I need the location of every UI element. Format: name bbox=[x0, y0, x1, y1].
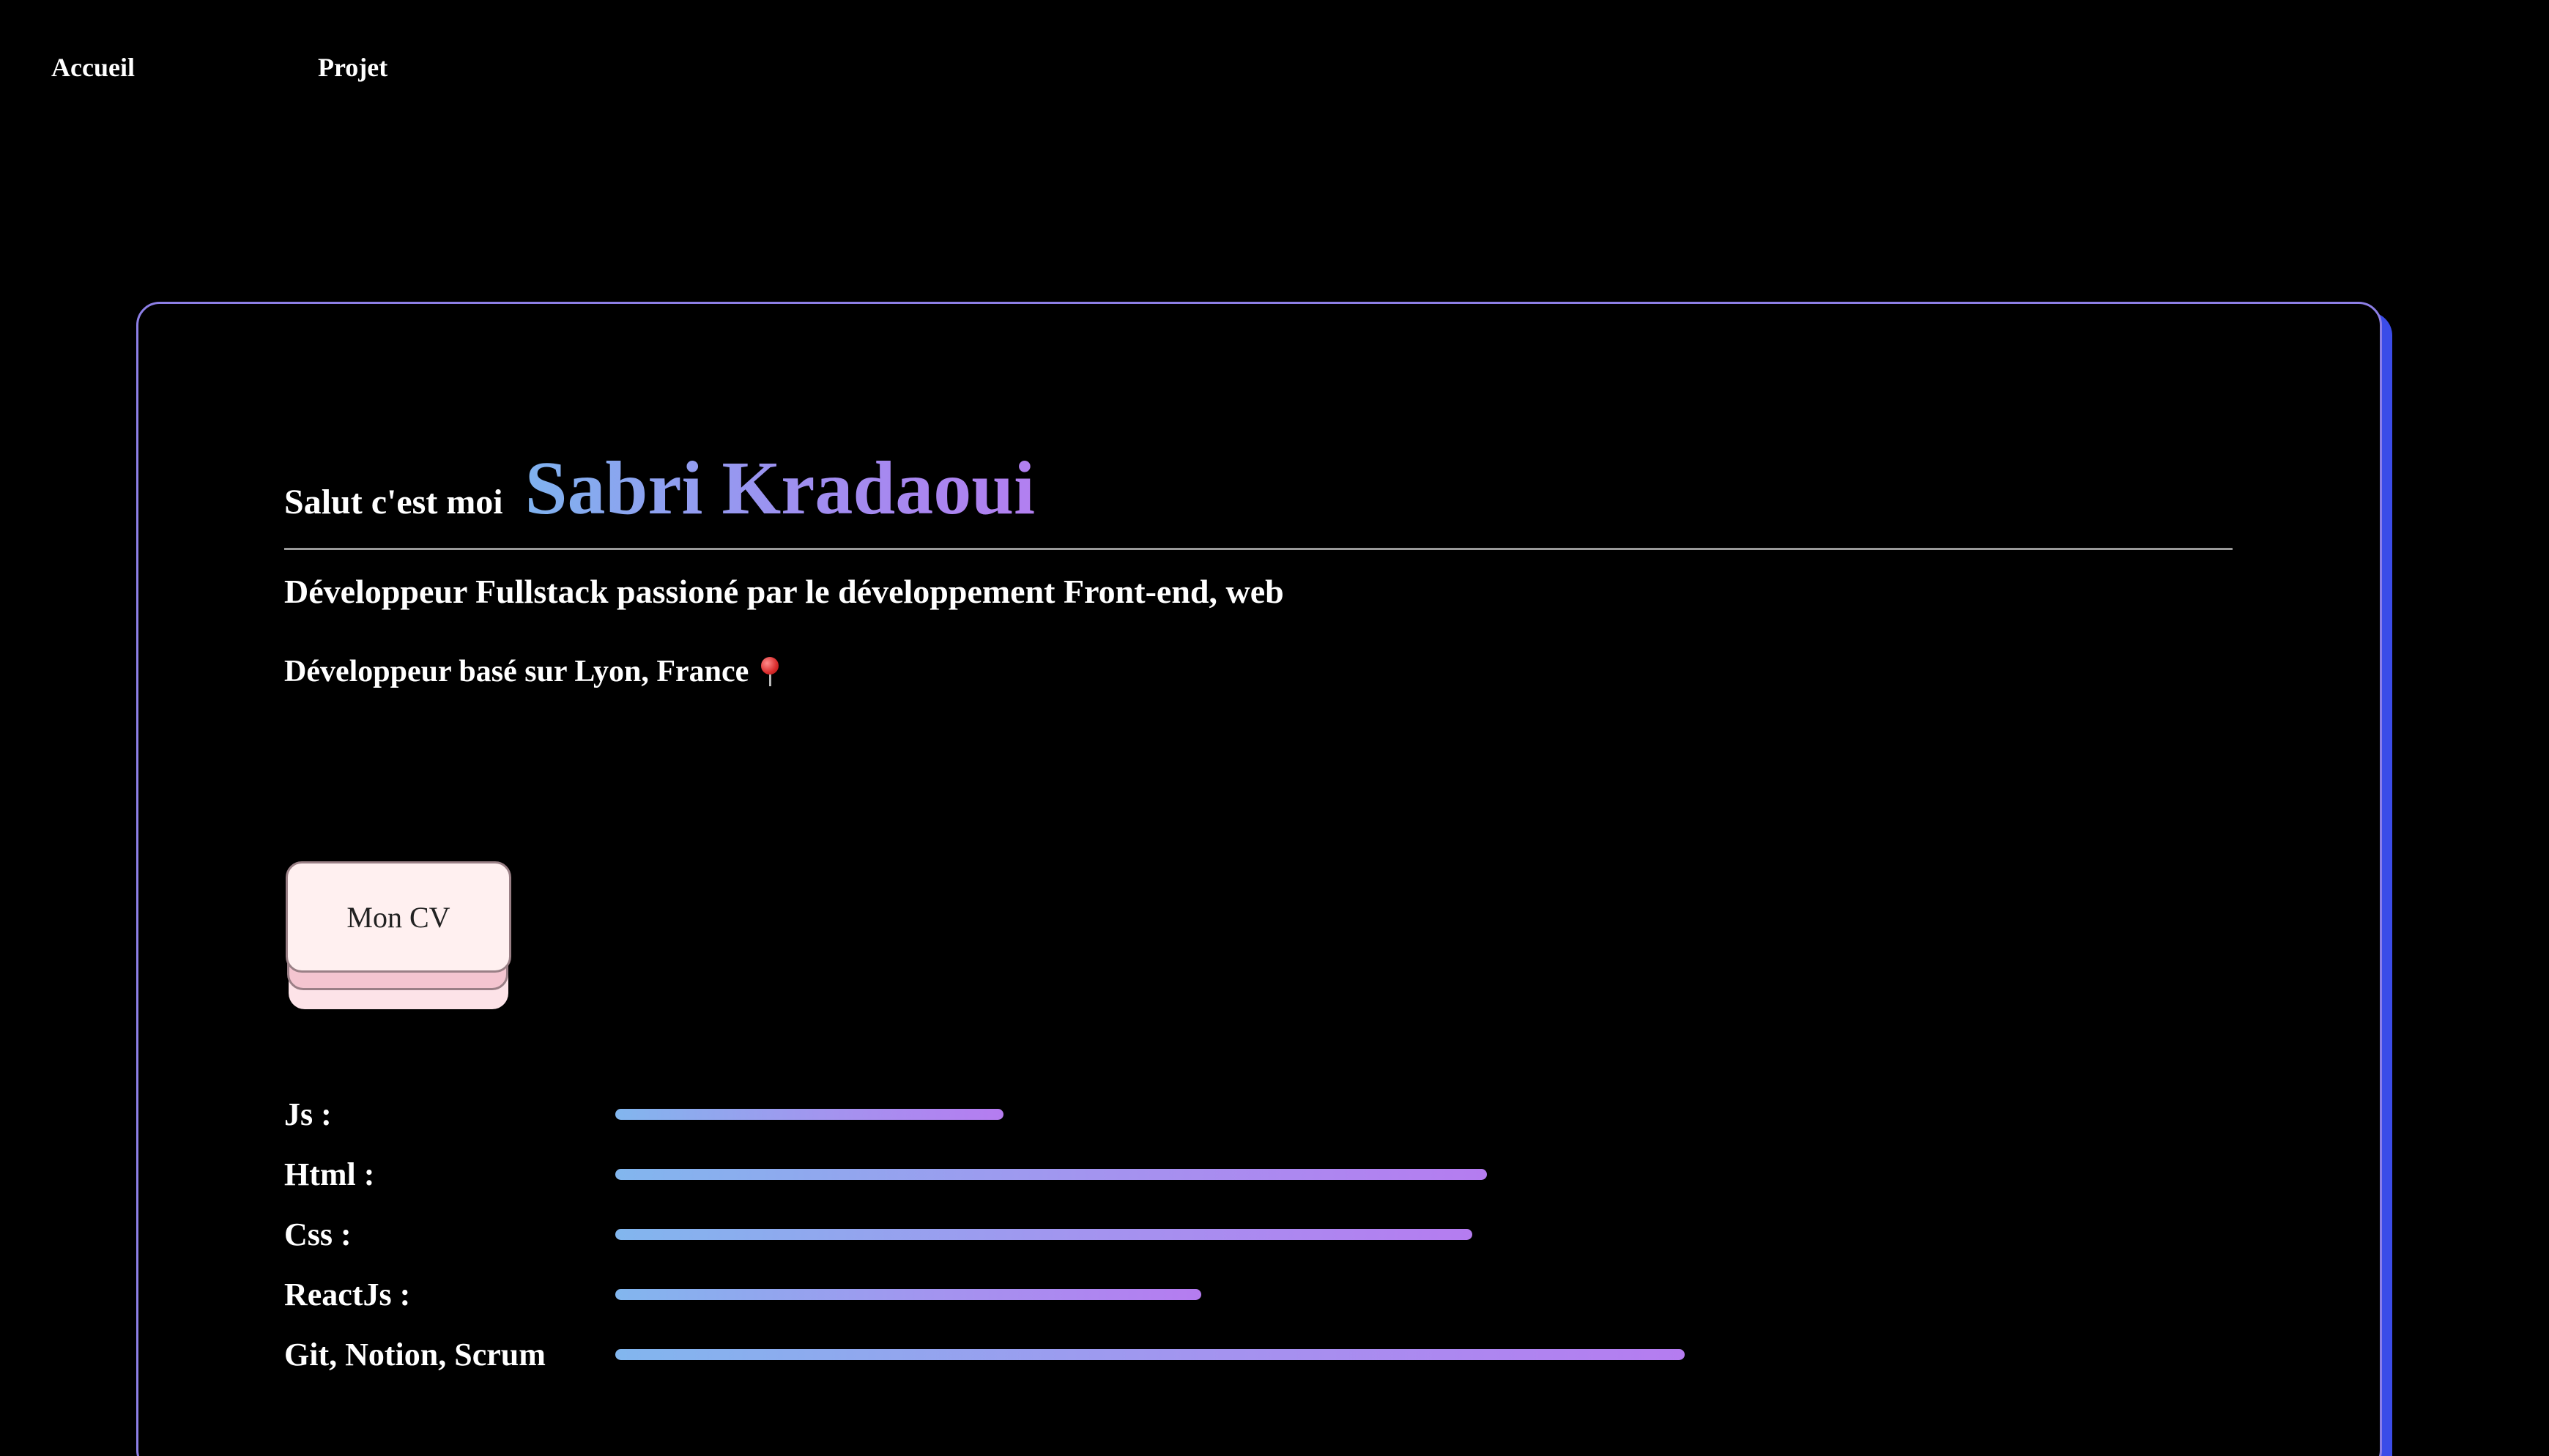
location-text: Développeur basé sur Lyon, France bbox=[284, 655, 749, 688]
skill-label: Css : bbox=[284, 1216, 352, 1252]
skill-bar bbox=[615, 1108, 1003, 1120]
top-nav: Accueil Projet bbox=[51, 47, 387, 88]
skill-row: Git, Notion, Scrum bbox=[284, 1324, 1685, 1384]
skill-row: Js : bbox=[284, 1084, 1685, 1144]
skill-bar bbox=[615, 1168, 1487, 1180]
skill-label: Html : bbox=[284, 1156, 375, 1192]
skill-bar bbox=[615, 1348, 1685, 1360]
profile-subtitle: Développeur Fullstack passioné par le dé… bbox=[284, 573, 1284, 610]
skill-row: ReactJs : bbox=[284, 1264, 1685, 1324]
skill-bar bbox=[615, 1288, 1201, 1300]
nav-link-projet[interactable]: Projet bbox=[318, 47, 387, 88]
skills-list: Js : Html : Css : ReactJs : Git, Notion,… bbox=[284, 1084, 1685, 1384]
greeting-row: Salut c'est moi Sabri Kradaoui bbox=[284, 448, 2234, 529]
skill-label: ReactJs : bbox=[284, 1276, 411, 1312]
cv-button[interactable]: Mon CV bbox=[286, 861, 511, 973]
pin-icon bbox=[759, 655, 781, 688]
greeting-text: Salut c'est moi bbox=[284, 483, 503, 521]
skill-label: Git, Notion, Scrum bbox=[284, 1336, 546, 1373]
skill-row: Html : bbox=[284, 1144, 1685, 1204]
profile-name: Sabri Kradaoui bbox=[524, 446, 1036, 530]
profile-location: Développeur basé sur Lyon, France bbox=[284, 650, 2234, 694]
hero-section: Salut c'est moi Sabri Kradaoui Développe… bbox=[284, 448, 2234, 694]
cv-button-stack: Mon CV bbox=[286, 861, 511, 1012]
divider bbox=[284, 548, 2233, 550]
skill-label: Js : bbox=[284, 1096, 332, 1132]
skill-bar bbox=[615, 1228, 1472, 1240]
skill-row: Css : bbox=[284, 1204, 1685, 1264]
nav-link-accueil[interactable]: Accueil bbox=[51, 47, 135, 88]
